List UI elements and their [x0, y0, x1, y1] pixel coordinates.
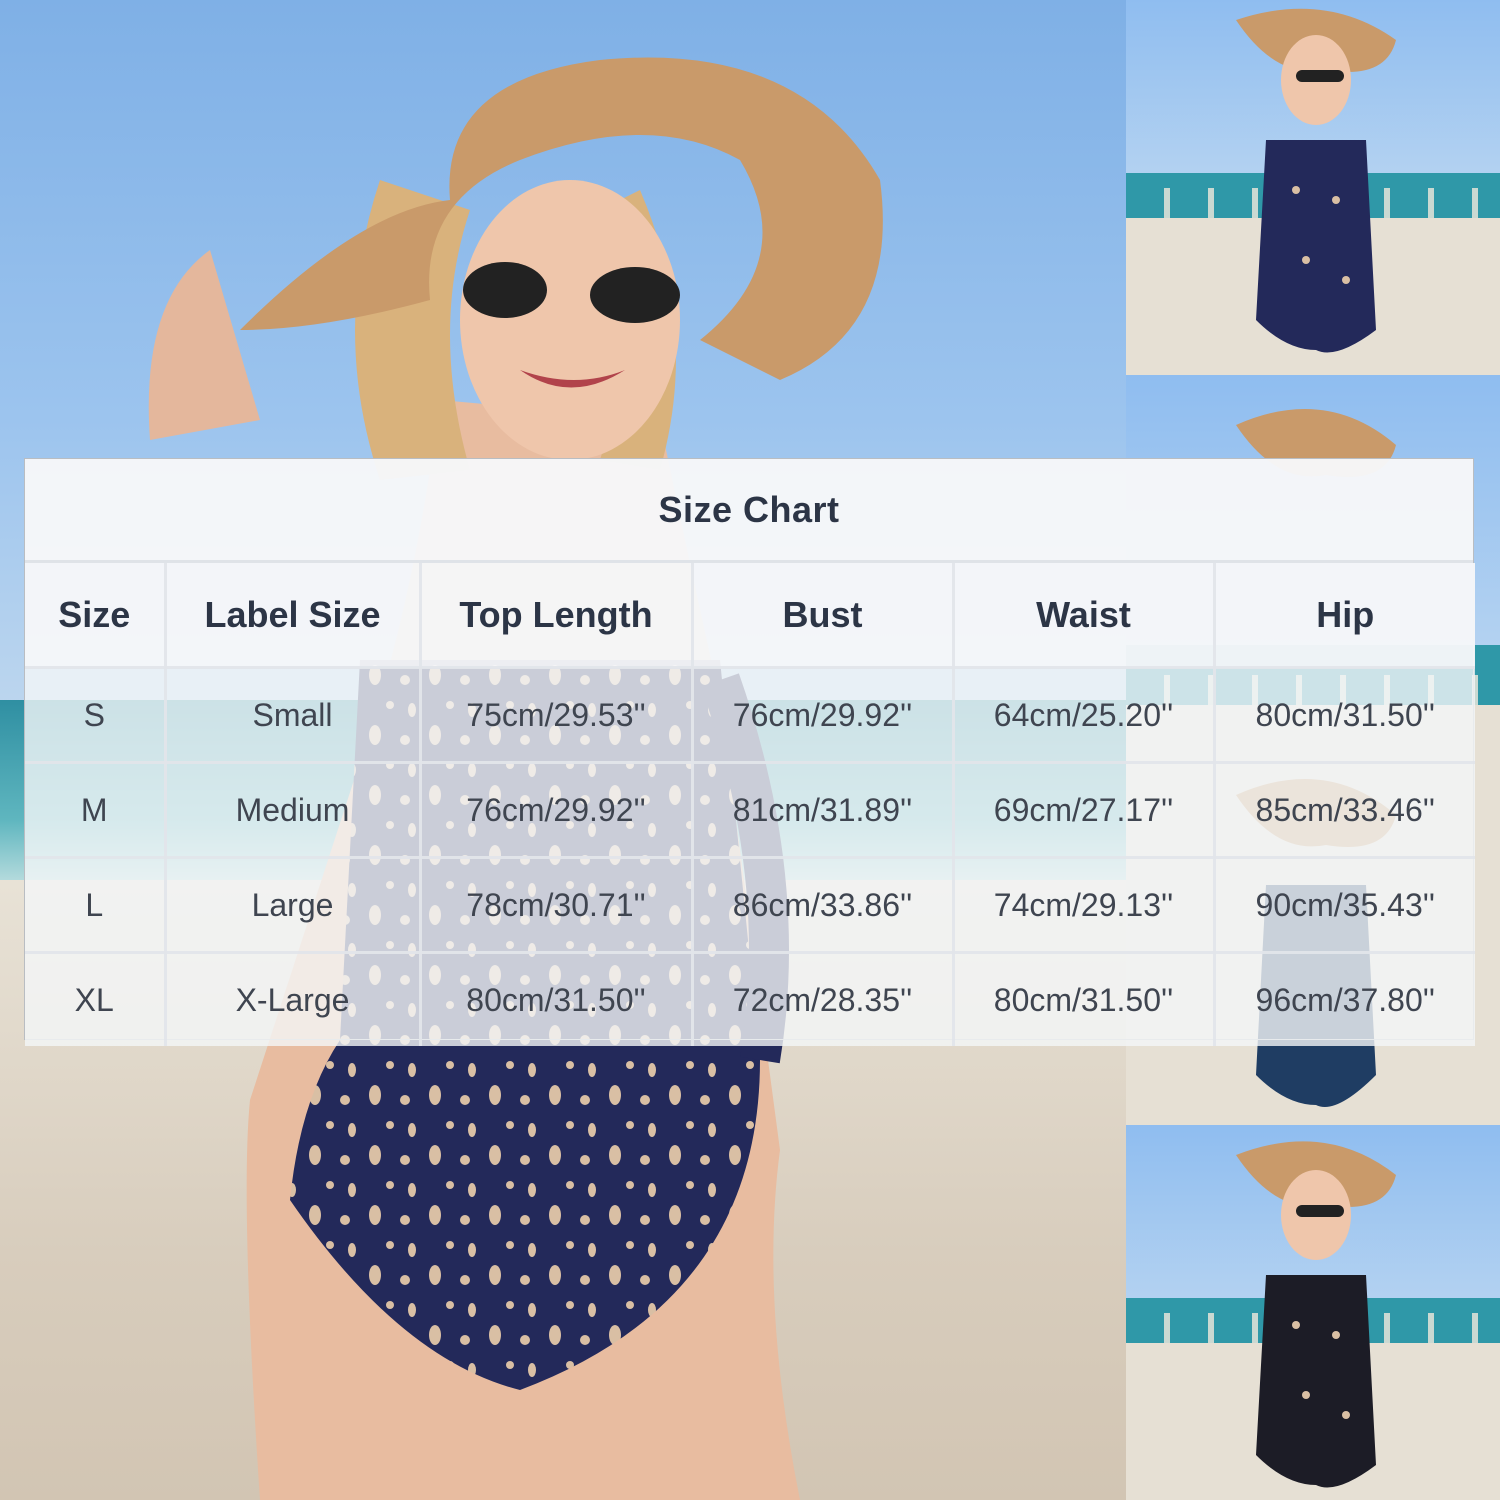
sunglasses-left — [463, 262, 547, 318]
cell-bust: 72cm/28.35'' — [690, 951, 955, 1046]
size-chart-table: Size Label Size Top Length Bust Waist Hi… — [25, 563, 1475, 1046]
cell-size: XL — [25, 951, 167, 1046]
column-header-label-size: Label Size — [163, 563, 422, 669]
cell-top-length: 78cm/30.71'' — [418, 856, 694, 954]
column-header-size: Size — [25, 563, 167, 669]
cell-label-size: Small — [163, 666, 422, 764]
cell-label-size: X-Large — [163, 951, 422, 1046]
column-header-waist: Waist — [951, 563, 1216, 669]
cell-label-size: Medium — [163, 761, 422, 859]
table-row: XL X-Large 80cm/31.50'' 72cm/28.35'' 80c… — [25, 951, 1475, 1046]
header-row: Size Label Size Top Length Bust Waist Hi… — [25, 563, 1475, 669]
cell-top-length: 76cm/29.92'' — [418, 761, 694, 859]
cell-bust: 76cm/29.92'' — [690, 666, 955, 764]
cell-hip: 85cm/33.46'' — [1212, 761, 1475, 859]
cell-waist: 69cm/27.17'' — [951, 761, 1216, 859]
cell-top-length: 75cm/29.53'' — [418, 666, 694, 764]
cell-hip: 90cm/35.43'' — [1212, 856, 1475, 954]
cell-waist: 80cm/31.50'' — [951, 951, 1216, 1046]
cell-hip: 96cm/37.80'' — [1212, 951, 1475, 1046]
thumbnail-navy[interactable] — [1126, 0, 1500, 375]
table-row: S Small 75cm/29.53'' 76cm/29.92'' 64cm/2… — [25, 666, 1475, 764]
sunglasses-right — [590, 267, 680, 323]
thumbnail-black[interactable] — [1126, 1125, 1500, 1500]
size-chart-title-row: Size Chart — [25, 459, 1473, 563]
cell-size: M — [25, 761, 167, 859]
cell-size: S — [25, 666, 167, 764]
raised-arm — [148, 250, 260, 440]
column-header-bust: Bust — [690, 563, 955, 669]
size-chart-title: Size Chart — [658, 488, 840, 530]
cell-top-length: 80cm/31.50'' — [418, 951, 694, 1046]
column-header-top-length: Top Length — [418, 563, 694, 669]
cell-hip: 80cm/31.50'' — [1212, 666, 1475, 764]
cell-waist: 64cm/25.20'' — [951, 666, 1216, 764]
cell-bust: 81cm/31.89'' — [690, 761, 955, 859]
table-row: L Large 78cm/30.71'' 86cm/33.86'' 74cm/2… — [25, 856, 1475, 954]
table-row: M Medium 76cm/29.92'' 81cm/31.89'' 69cm/… — [25, 761, 1475, 859]
cell-waist: 74cm/29.13'' — [951, 856, 1216, 954]
cell-size: L — [25, 856, 167, 954]
size-chart-card: Size Chart Size Label Size Top Length Bu… — [24, 458, 1475, 1046]
cell-bust: 86cm/33.86'' — [690, 856, 955, 954]
column-header-hip: Hip — [1212, 563, 1475, 669]
cell-label-size: Large — [163, 856, 422, 954]
